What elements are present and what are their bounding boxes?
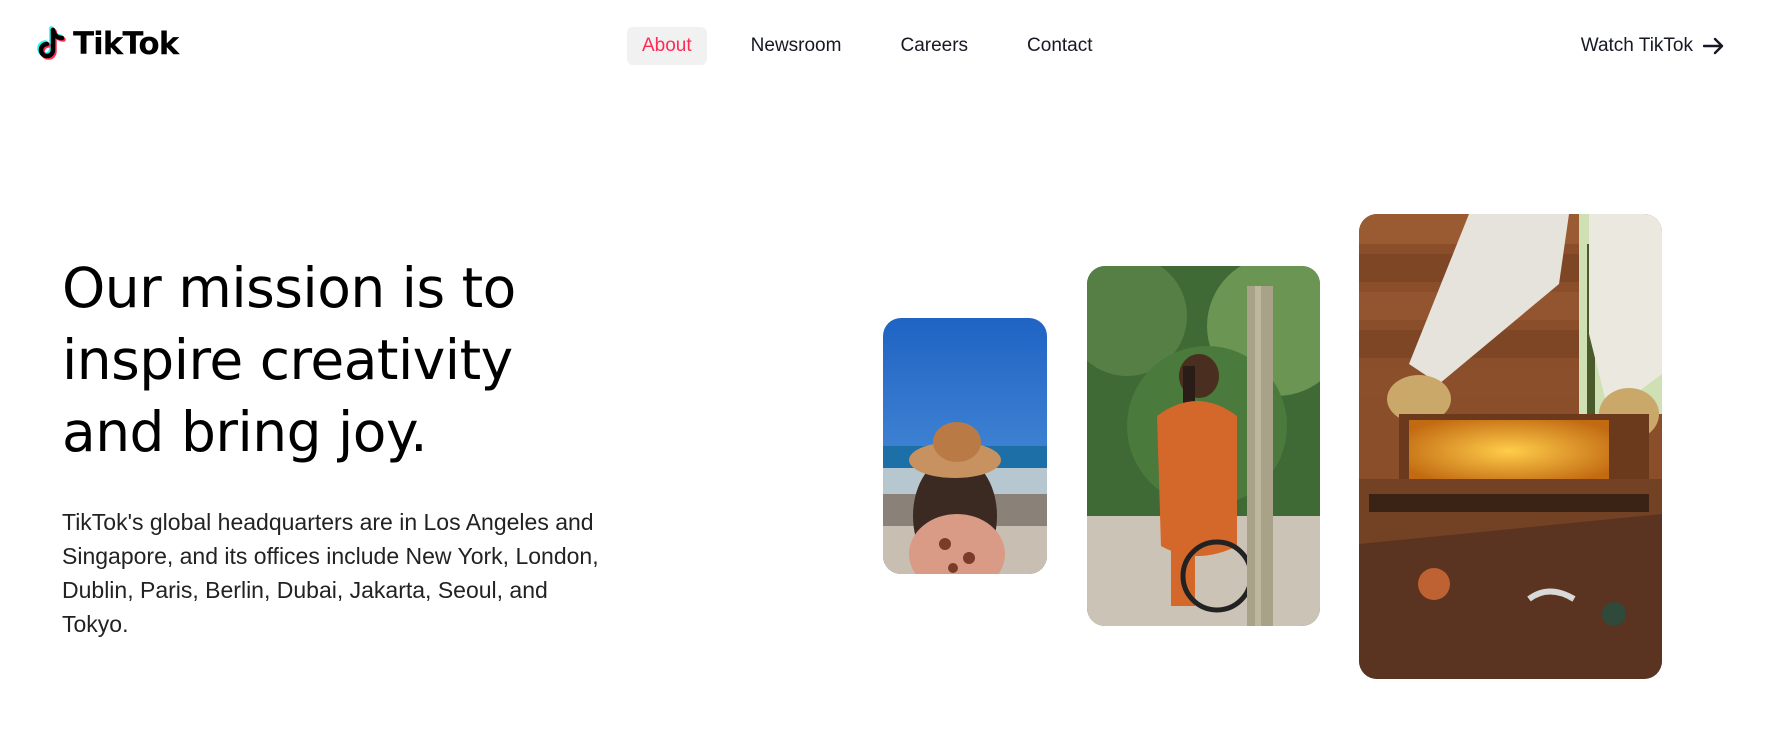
site-header: TikTok About Newsroom Careers Contact Wa…	[0, 0, 1771, 92]
media-card-bicycle[interactable]	[1087, 266, 1320, 626]
beekeeper-photo-image	[1359, 214, 1662, 679]
logo-wordmark: TikTok	[73, 26, 179, 62]
nav-item-about[interactable]: About	[627, 27, 707, 65]
media-card-beekeeper[interactable]	[1359, 214, 1662, 679]
arrow-right-icon	[1703, 37, 1724, 55]
tiktok-logo[interactable]: TikTok	[36, 24, 179, 64]
nav-item-careers[interactable]: Careers	[885, 27, 983, 65]
offices-description: TikTok's global headquarters are in Los …	[62, 509, 599, 637]
nav-item-contact[interactable]: Contact	[1012, 27, 1107, 65]
mission-headline: Our mission is to inspire creativity and…	[62, 252, 582, 468]
watch-tiktok-link[interactable]: Watch TikTok	[1581, 27, 1725, 65]
media-card-sea[interactable]	[883, 318, 1047, 574]
main-nav: About Newsroom Careers Contact	[627, 27, 1108, 65]
headline-line: and bring joy.	[62, 400, 428, 464]
bicycle-photo-image	[1087, 266, 1320, 626]
tiktok-note-icon	[37, 26, 66, 60]
sea-photo-image	[883, 318, 1047, 574]
headline-line: inspire creativity	[62, 328, 513, 392]
watch-tiktok-label: Watch TikTok	[1580, 35, 1693, 56]
nav-item-newsroom[interactable]: Newsroom	[736, 27, 857, 65]
headline-line: Our mission is to	[62, 256, 516, 320]
